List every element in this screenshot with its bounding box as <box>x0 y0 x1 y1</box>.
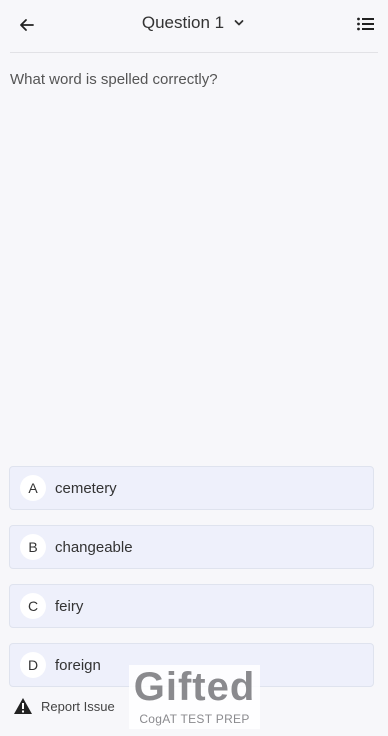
question-selector[interactable]: Question 1 <box>0 13 388 33</box>
option-letter: C <box>20 593 46 619</box>
option-a[interactable]: A cemetery <box>9 466 374 510</box>
option-text: feiry <box>55 597 84 615</box>
header-divider <box>10 52 378 53</box>
app-header: Question 1 <box>0 0 388 52</box>
gifted-logo: Gifted CogAT TEST PREP <box>129 665 260 729</box>
option-text: foreign <box>55 656 101 674</box>
option-text: cemetery <box>55 479 117 497</box>
option-letter: A <box>20 475 46 501</box>
page-title: Question 1 <box>141 13 225 32</box>
warning-icon <box>14 698 32 714</box>
chevron-down-icon <box>232 16 246 30</box>
list-icon <box>357 17 374 31</box>
option-text: changeable <box>55 538 133 556</box>
option-letter: D <box>20 652 46 678</box>
question-list-button[interactable] <box>356 15 376 33</box>
logo-subtitle: CogAT TEST PREP <box>139 712 250 726</box>
option-b[interactable]: B changeable <box>9 525 374 569</box>
option-letter: B <box>20 534 46 560</box>
report-issue-button[interactable]: Report Issue <box>13 697 115 715</box>
question-text: What word is spelled correctly? <box>10 71 218 88</box>
report-issue-label: Report Issue <box>41 698 115 714</box>
logo-wordmark: Gifted <box>133 665 256 709</box>
option-c[interactable]: C feiry <box>9 584 374 628</box>
